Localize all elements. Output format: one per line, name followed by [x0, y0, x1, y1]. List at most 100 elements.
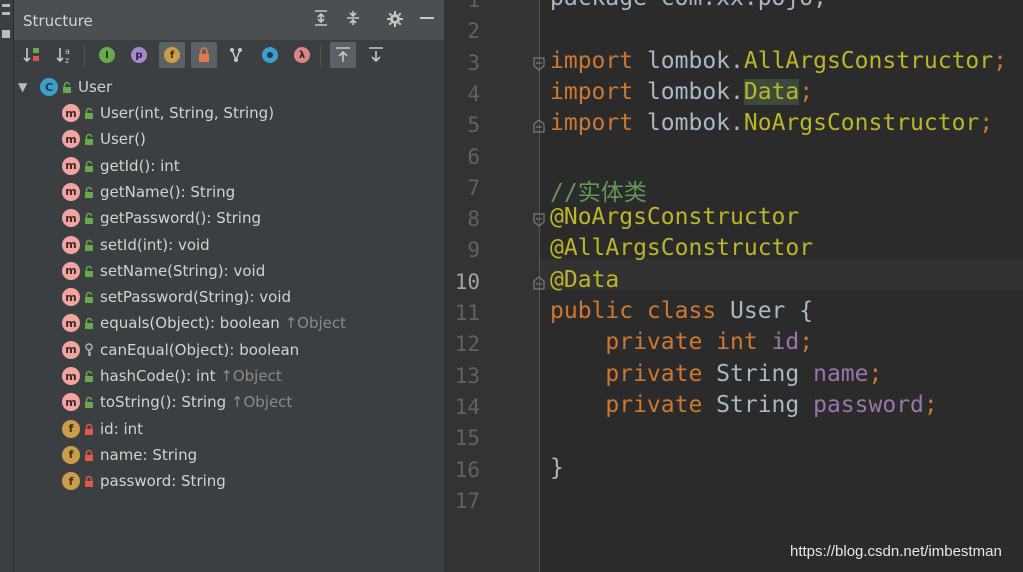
collapse-all-icon[interactable] [343, 10, 363, 30]
tree-item-label: User() [100, 130, 146, 149]
private-visibility-icon [83, 448, 95, 462]
code-text: lombok. [646, 78, 744, 105]
expand-arrow-icon[interactable]: ▼ [18, 80, 32, 94]
public-visibility-icon [83, 316, 95, 330]
code-line[interactable]: private String password; [550, 391, 937, 418]
tree-item-method[interactable]: m hashCode(): int ↑Object [62, 363, 282, 389]
line-number: 15 [454, 426, 480, 451]
autoscroll-to-source-icon[interactable] [330, 42, 356, 68]
svg-text:z: z [65, 56, 69, 65]
show-lambdas-icon[interactable] [257, 42, 283, 68]
line-number: 17 [454, 488, 480, 513]
tree-item-field[interactable]: f password: String [62, 468, 226, 494]
code-line[interactable]: private String name; [550, 361, 882, 387]
left-tool-strip [0, 0, 14, 572]
tree-item-method[interactable]: m setPassword(String): void [62, 284, 291, 310]
code-punct: ; [868, 360, 883, 387]
code-keyword: import [550, 78, 647, 105]
minimize-icon[interactable] [417, 10, 437, 30]
autoscroll-from-source-icon[interactable] [363, 42, 389, 68]
tree-item-field[interactable]: f id: int [62, 416, 143, 442]
method-icon: m [62, 156, 80, 175]
tree-item-method[interactable]: m toString(): String ↑Object [62, 389, 292, 415]
tree-item-label: toString(): String [100, 393, 231, 412]
code-annotation: @AllArgsConstructor [550, 235, 814, 262]
tree-item-method[interactable]: m setId(int): void [62, 232, 210, 258]
fold-marker-icon[interactable] [532, 56, 546, 72]
show-anonymous-icon[interactable] [223, 42, 249, 68]
code-line[interactable]: @Data [550, 267, 619, 293]
method-icon: m [62, 130, 80, 149]
code-line[interactable]: public class User { [550, 298, 813, 324]
tree-item-label: name: String [100, 445, 198, 464]
public-visibility-icon [83, 106, 95, 120]
tree-item-method[interactable]: m equals(Object): boolean ↑Object [62, 310, 346, 336]
sort-alphabetically-icon[interactable]: az [52, 42, 78, 68]
structure-header: Structure [14, 0, 444, 40]
line-number: 8 [467, 207, 480, 232]
public-visibility-icon [83, 238, 95, 252]
show-non-public-icon[interactable] [191, 42, 217, 68]
tree-item-method[interactable]: m getName(): String [62, 179, 235, 205]
code-line[interactable]: package com.xx.pojo; [550, 0, 827, 11]
code-text: User { [730, 298, 814, 324]
code-punct: ; [799, 78, 814, 105]
structure-title: Structure [23, 12, 93, 30]
tree-item-field[interactable]: f name: String [62, 442, 197, 468]
code-line[interactable]: @NoArgsConstructor [550, 204, 799, 230]
show-fields-icon[interactable]: f [159, 42, 185, 68]
tree-item-label: id: int [100, 419, 144, 438]
code-line[interactable]: import lombok.AllArgsConstructor; [550, 48, 1007, 74]
code-punct: ; [799, 329, 814, 356]
code-line[interactable]: private int id; [550, 329, 813, 355]
code-keyword: public class [550, 298, 731, 324]
code-text: String [716, 391, 814, 418]
tree-item-label: getPassword(): String [100, 209, 261, 228]
line-number: 6 [467, 144, 480, 169]
code-line[interactable]: import lombok.Data; [550, 78, 814, 105]
expand-all-icon[interactable] [311, 10, 331, 30]
line-number: 4 [467, 81, 480, 106]
method-icon: m [62, 367, 80, 385]
lambda-icon[interactable]: λ [289, 42, 315, 68]
tree-item-method[interactable]: m getPassword(): String [62, 205, 261, 231]
code-line[interactable]: import lombok.NoArgsConstructor; [550, 110, 993, 136]
show-inherited-icon[interactable]: I [94, 42, 120, 68]
code-line[interactable]: //实体类 [550, 173, 647, 207]
line-number: 5 [467, 113, 480, 138]
code-line[interactable]: } [550, 455, 564, 481]
tree-root-user[interactable]: ▼ C User [18, 74, 112, 100]
method-icon: m [62, 340, 80, 359]
tree-item-method[interactable]: m User() [62, 126, 146, 152]
tool-strip-icon[interactable] [2, 30, 10, 38]
toolbar-separator [320, 46, 321, 66]
class-icon: C [40, 78, 58, 96]
code-annotation: @NoArgsConstructor [550, 204, 800, 231]
fold-marker-icon[interactable] [532, 118, 546, 134]
fold-marker-icon[interactable] [532, 275, 546, 291]
public-visibility-icon [83, 132, 95, 146]
public-visibility-icon [83, 290, 95, 304]
show-properties-icon[interactable]: p [126, 42, 152, 68]
tree-item-method[interactable]: m getId(): int [62, 153, 180, 179]
code-line[interactable]: @AllArgsConstructor [550, 235, 813, 261]
public-visibility-icon [83, 264, 95, 278]
fold-marker-icon[interactable] [532, 212, 546, 228]
sort-by-visibility-icon[interactable] [19, 42, 45, 68]
code-punct: ; [979, 110, 994, 137]
tree-item-method[interactable]: m canEqual(Object): boolean [62, 337, 299, 363]
code-text: } [550, 454, 564, 481]
tree-item-method[interactable]: m User(int, String, String) [62, 100, 274, 126]
tool-strip-mark [2, 4, 10, 7]
line-number: 16 [454, 457, 480, 482]
code-editor[interactable]: 1package com.xx.pojo;23import lombok.All… [444, 0, 1023, 572]
gear-icon[interactable] [385, 10, 405, 30]
tree-item-method[interactable]: m setName(String): void [62, 258, 265, 284]
line-number: 1 [467, 0, 480, 12]
code-imported-name: Data [743, 78, 800, 105]
inherited-from-label: ↑Object [230, 393, 293, 412]
tree-item-label: setPassword(String): void [100, 288, 292, 307]
code-keyword: import [550, 110, 647, 137]
line-number: 13 [454, 363, 480, 388]
private-visibility-icon [83, 422, 95, 436]
